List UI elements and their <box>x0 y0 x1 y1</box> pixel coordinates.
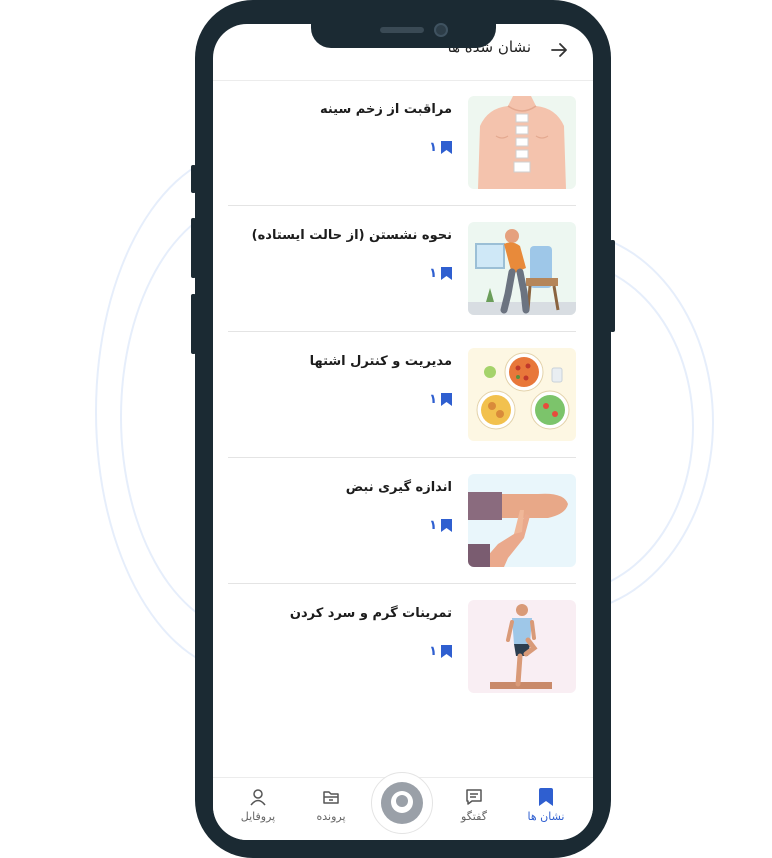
folder-icon <box>323 791 339 804</box>
item-title: اندازه گیری نبض <box>345 480 452 495</box>
tab-profile[interactable]: پروفایل <box>223 788 293 823</box>
item-title: نحوه نشستن (از حالت ایستاده) <box>251 228 452 243</box>
tab-label: نشان ها <box>527 810 565 823</box>
list-item[interactable]: نحوه نشستن (از حالت ایستاده) ۱ <box>228 206 576 332</box>
list-item[interactable]: مراقبت از زخم سینه ۱ <box>228 80 576 206</box>
front-camera <box>434 23 448 37</box>
item-title: مراقبت از زخم سینه <box>319 102 452 117</box>
list-item[interactable]: اندازه گیری نبض ۱ <box>228 458 576 584</box>
tab-label: پروفایل <box>240 810 276 823</box>
bookmark-count-value: ۱ <box>429 644 437 659</box>
tab-label: پرونده <box>316 810 346 823</box>
food-plates-illustration <box>468 348 576 441</box>
bookmark-count-value: ۱ <box>429 518 437 533</box>
item-title: تمرینات گرم و سرد کردن <box>289 606 452 621</box>
bookmark-list: مراقبت از زخم سینه ۱ نحوه نشستن (از حالت… <box>228 80 576 709</box>
app-screen: نشان شده ها مراقبت از زخم سینه ۱ نحوه نش… <box>213 24 593 840</box>
bookmark-count-value: ۱ <box>429 392 437 407</box>
bookmark-count: ۱ <box>429 518 452 533</box>
bookmark-icon <box>441 519 452 532</box>
bottom-tab-bar: نشان ها گفتگو پرونده پروفایل <box>213 772 593 840</box>
phone-notch <box>311 18 496 48</box>
bookmark-count: ۱ <box>429 266 452 281</box>
stretching-man-illustration <box>468 600 576 693</box>
tab-bookmarks[interactable]: نشان ها <box>511 788 581 823</box>
bookmark-icon <box>441 393 452 406</box>
speaker-grille <box>380 27 424 33</box>
item-title: مدیریت و کنترل اشتها <box>309 354 452 369</box>
pulse-check-illustration <box>468 474 576 567</box>
tab-label: گفتگو <box>461 810 487 823</box>
phone-side-button <box>191 294 196 354</box>
phone-side-button <box>610 240 615 332</box>
user-icon <box>250 789 266 806</box>
bookmark-icon <box>441 645 452 658</box>
bookmark-count: ۱ <box>429 140 452 155</box>
tab-chat[interactable]: گفتگو <box>439 788 509 823</box>
list-item[interactable]: تمرینات گرم و سرد کردن ۱ <box>228 584 576 709</box>
center-action-button[interactable] <box>371 772 433 834</box>
app-logo-icon <box>381 782 423 824</box>
tab-records[interactable]: پرونده <box>296 788 366 823</box>
sitting-man-illustration <box>468 222 576 315</box>
chest-wound-illustration <box>468 96 576 189</box>
list-item[interactable]: مدیریت و کنترل اشتها ۱ <box>228 332 576 458</box>
back-arrow-icon[interactable] <box>549 40 569 60</box>
bookmark-icon <box>441 141 452 154</box>
phone-side-button <box>191 165 196 193</box>
phone-side-button <box>191 218 196 278</box>
bookmark-count: ۱ <box>429 644 452 659</box>
bookmark-count-value: ۱ <box>429 140 437 155</box>
bookmark-count: ۱ <box>429 392 452 407</box>
bookmark-icon <box>539 788 553 806</box>
chat-icon <box>466 789 482 805</box>
bookmark-icon <box>441 267 452 280</box>
bookmark-count-value: ۱ <box>429 266 437 281</box>
